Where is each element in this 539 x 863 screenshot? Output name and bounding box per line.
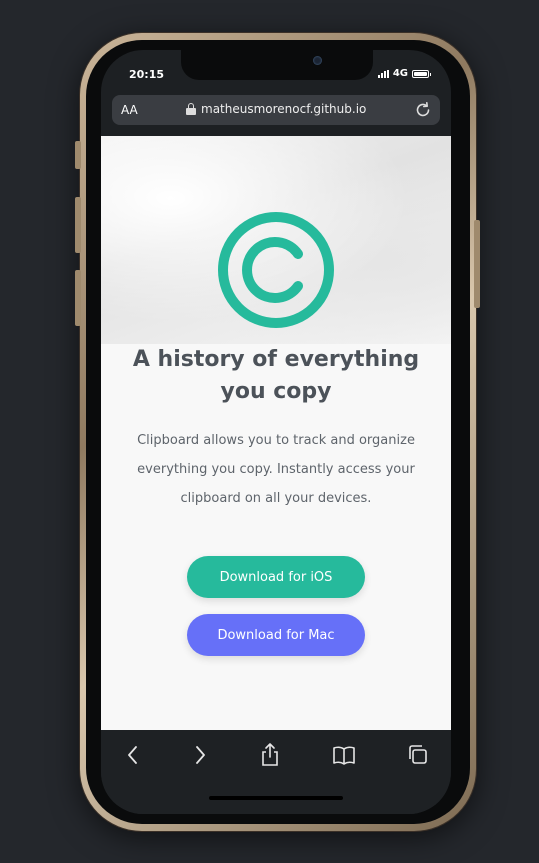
status-indicators: 4G	[377, 68, 431, 79]
notch	[181, 50, 373, 80]
page-title: A history of everything you copy	[132, 347, 420, 404]
camera-icon	[313, 56, 322, 65]
network-label: 4G	[392, 68, 408, 79]
silent-switch	[75, 141, 81, 169]
back-icon[interactable]	[123, 742, 143, 768]
copyright-c-icon	[218, 212, 334, 328]
volume-down-button	[75, 270, 81, 326]
volume-up-button	[75, 197, 81, 253]
home-indicator[interactable]	[209, 796, 343, 800]
download-ios-button[interactable]: Download for iOS	[187, 556, 365, 598]
web-content: A history of everything you copy Clipboa…	[101, 136, 451, 730]
text-size-button[interactable]: AA	[121, 103, 138, 117]
tabs-icon[interactable]	[406, 742, 430, 768]
bookmarks-icon[interactable]	[331, 742, 357, 768]
download-mac-button[interactable]: Download for Mac	[187, 614, 365, 656]
signal-icon	[377, 69, 389, 78]
browser-toolbar	[101, 730, 451, 814]
url-display[interactable]: matheusmorenocf.github.io	[186, 102, 366, 116]
power-button	[474, 220, 480, 308]
share-icon[interactable]	[259, 742, 281, 768]
phone-screen: 20:15 4G AA matheusmorenocf.github.io A …	[101, 50, 451, 814]
lock-icon	[186, 103, 196, 115]
url-text: matheusmorenocf.github.io	[201, 102, 367, 116]
reload-icon[interactable]	[414, 101, 432, 119]
battery-icon	[412, 69, 431, 78]
address-bar[interactable]: AA matheusmorenocf.github.io	[112, 95, 440, 125]
page-description: Clipboard allows you to track and organi…	[137, 433, 415, 506]
forward-icon[interactable]	[190, 742, 210, 768]
status-time: 20:15	[129, 68, 165, 81]
